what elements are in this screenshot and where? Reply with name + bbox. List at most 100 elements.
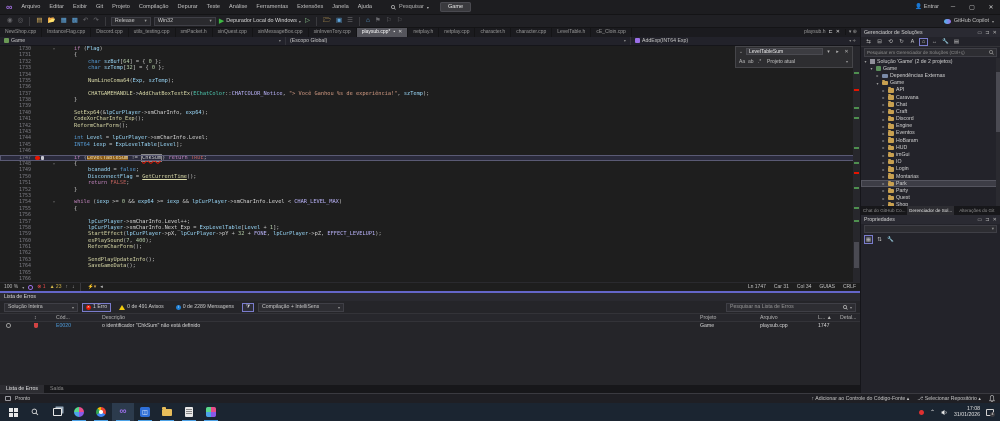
chevron-right-icon[interactable]: ▸ — [881, 167, 886, 172]
tab-discord-cpp[interactable]: Discord.cpp — [91, 28, 128, 37]
collapse-strip-icon[interactable]: ◂ — [100, 284, 103, 290]
tree-item-game[interactable]: ▾Game — [861, 80, 1000, 87]
menu-ajuda[interactable]: Ajuda — [354, 2, 376, 12]
pin-icon[interactable]: ⊐ — [985, 217, 989, 223]
column-project[interactable]: Projeto — [700, 315, 760, 321]
maximize-button[interactable]: ▢ — [967, 4, 977, 11]
menu-janela[interactable]: Janela — [328, 2, 352, 12]
add-to-source-control-button[interactable]: ↑ Adicionar ao Controle do Código-Fonte … — [812, 396, 910, 402]
filter-icon[interactable]: ⧩ — [242, 303, 254, 312]
regex-toggle[interactable]: .* — [756, 58, 763, 66]
chevron-right-icon[interactable]: ▸ — [881, 102, 886, 107]
tab-leveltable-h[interactable]: LevelTable.h — [552, 28, 591, 37]
tree-item-chat[interactable]: ▸Chat — [861, 101, 1000, 108]
find-history-icon[interactable]: ▾ — [825, 49, 832, 55]
solution-explorer-search[interactable]: Pesquisar em Gerenciador de Soluções (Ct… — [864, 48, 997, 57]
tab-sinmessagebox-cpp[interactable]: sinMessageBox.cpp — [253, 28, 309, 37]
taskbar-documents-icon[interactable] — [178, 403, 200, 421]
tree-item-quest[interactable]: ▸Quest — [861, 195, 1000, 202]
scrollbar-thumb[interactable] — [854, 242, 859, 268]
close-button[interactable]: ✕ — [986, 4, 996, 11]
menu-ferramentas[interactable]: Ferramentas — [252, 2, 292, 12]
tree-item-hud[interactable]: ▸HUD — [861, 144, 1000, 151]
panel-tab-lista-de-erros[interactable]: Lista de Erros — [0, 385, 44, 393]
error-scope-dropdown[interactable]: Solução Inteira▾ — [4, 303, 78, 312]
column-line[interactable]: L... ▲ — [818, 315, 840, 321]
fold-marker[interactable]: ⌄ — [50, 161, 58, 167]
code-health-icon[interactable] — [28, 285, 33, 290]
find-scope-dropdown[interactable]: Projeto atual▾ — [765, 59, 850, 65]
code-line-1745[interactable]: 1745INT64 iexp = ExpLevelTable[Level]; — [0, 142, 860, 148]
tool-tab-chat-do-github-co[interactable]: Chat do GitHub Co... — [861, 206, 907, 215]
status-car[interactable]: Car 31 — [774, 284, 789, 290]
chevron-down-icon[interactable]: ▾ — [863, 59, 868, 64]
chevron-right-icon[interactable]: ▸ — [881, 131, 886, 136]
tab-sininventory-cpp[interactable]: sinInvenTory.cpp — [309, 28, 357, 37]
open-file-icon[interactable]: 📂 — [47, 16, 57, 26]
document-errors-indicator[interactable]: ⊗ 1 — [37, 284, 45, 290]
error-row[interactable]: E0020o identificador "ChkSum" não está d… — [0, 322, 860, 330]
taskbar-file-explorer-icon[interactable] — [156, 403, 178, 421]
tree-item-io[interactable]: ▸IO — [861, 159, 1000, 166]
chevron-right-icon[interactable]: ▸ — [881, 188, 886, 193]
tree-item-discord[interactable]: ▸Discord — [861, 116, 1000, 123]
tab-smpacket-h[interactable]: smPacket.h — [176, 28, 213, 37]
column-detail[interactable]: Detal... — [840, 315, 860, 321]
chevron-right-icon[interactable]: ▸ — [881, 117, 886, 122]
warnings-filter-button[interactable]: 0 de 491 Avisos — [115, 303, 168, 312]
editor-zoom-dropdown[interactable]: 100 % — [4, 284, 18, 290]
show-all-files-icon[interactable]: ▤ — [952, 39, 961, 45]
find-input[interactable]: LevelTableSum — [746, 48, 823, 55]
taskbar-search-icon[interactable] — [24, 403, 46, 421]
menu-compilacao[interactable]: Compilação — [135, 2, 173, 12]
close-tab-icon[interactable]: ✕ — [836, 29, 840, 35]
pin-icon[interactable]: ⊏ — [829, 29, 833, 35]
start-debugging-button[interactable]: ▶ Depurador Local do Windows ▾ — [219, 17, 301, 25]
source-filter-dropdown[interactable]: Compilação + IntelliSens▾ — [258, 303, 344, 312]
tab-netplay-h[interactable]: netplay.h — [408, 28, 439, 37]
categorized-view-icon[interactable]: ▦ — [864, 235, 873, 244]
code-suggestions-icon[interactable]: ⚡▾ — [87, 284, 96, 290]
code-line-1735[interactable]: 1735NumLineComa64(Exp, szTemp); — [0, 78, 860, 84]
match-case-toggle[interactable]: Aa — [738, 58, 745, 66]
code-editor[interactable]: ⌄ LevelTableSum ▾ ▸ ✕ Aa ab .* Projeto a… — [0, 46, 860, 282]
tab-utils-testing-cpp[interactable]: utils_testing.cpp — [129, 28, 176, 37]
menu-extensoes[interactable]: Extensões — [293, 2, 327, 12]
sign-in-button[interactable]: 👤 Entrar — [915, 4, 939, 10]
column-code[interactable]: Cód... — [56, 315, 102, 321]
tree-item-api[interactable]: ▸API — [861, 87, 1000, 94]
navigate-forward-icon[interactable]: ◎ — [17, 16, 25, 26]
global-search-button[interactable]: Pesquisar ▾ — [386, 3, 434, 11]
find-next-icon[interactable]: ▸ — [834, 49, 841, 55]
chevron-right-icon[interactable]: ▸ — [881, 124, 886, 129]
code-line-1766[interactable]: 1766 — [0, 276, 860, 282]
new-file-icon[interactable]: ▤ — [35, 16, 43, 26]
taskbar-visual-studio-icon[interactable]: ∞ — [112, 403, 134, 421]
tab-sinquest-cpp[interactable]: sinQuest.cpp — [213, 28, 253, 37]
chevron-right-icon[interactable]: ▸ — [881, 138, 886, 143]
project-dropdown[interactable]: Game▾ — [0, 37, 286, 45]
chevron-right-icon[interactable]: ▸ — [881, 196, 886, 201]
bookmark-prev-icon[interactable]: ⚐ — [396, 16, 404, 26]
menu-depurar[interactable]: Depurar — [173, 2, 201, 12]
chevron-right-icon[interactable]: ▸ — [881, 203, 886, 206]
properties-object-dropdown[interactable]: ▾ — [864, 225, 997, 233]
code-line-1738[interactable]: 1738} — [0, 97, 860, 103]
tree-item-party[interactable]: ▸Party — [861, 187, 1000, 194]
find-close-icon[interactable]: ✕ — [843, 49, 850, 55]
prev-issue-icon[interactable]: ↑ — [65, 284, 68, 290]
switch-views-icon[interactable]: ⇆ — [864, 39, 873, 45]
tab-playsub-cpp[interactable]: playsub.cpp*▪✕ — [357, 28, 409, 37]
alphabetical-view-icon[interactable]: ⇅ — [875, 235, 884, 244]
tool-tab-gerenciador-de-sol[interactable]: Gerenciador de Sol... — [907, 206, 953, 215]
sort-icon[interactable]: A — [908, 39, 917, 45]
status-col[interactable]: Col 34 — [797, 284, 811, 290]
panel-tab-saida[interactable]: Saída — [44, 385, 70, 393]
tree-item-login[interactable]: ▸Login — [861, 166, 1000, 173]
undo-icon[interactable]: ↶ — [82, 16, 89, 26]
status-guias[interactable]: GUIAS — [819, 284, 835, 290]
solution-name-badge[interactable]: Game — [440, 2, 471, 12]
tab-instanceflag-cpp[interactable]: InstanceFlag.cpp — [42, 28, 91, 37]
tray-expand-icon[interactable]: ⌃ — [930, 409, 935, 416]
build-icon[interactable]: ▣ — [335, 16, 343, 26]
